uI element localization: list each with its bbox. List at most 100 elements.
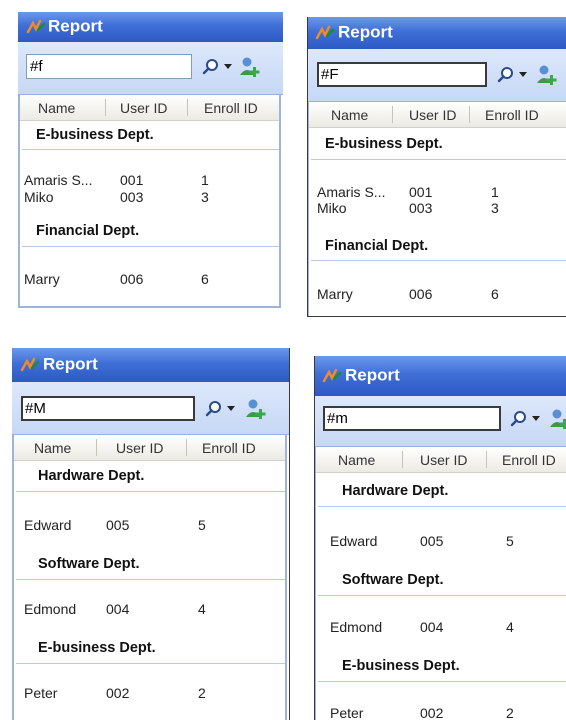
title-bar: Report [12, 348, 289, 382]
search-input[interactable] [323, 406, 501, 431]
group-header[interactable]: E-business Dept. [36, 127, 154, 143]
group-header[interactable]: Software Dept. [342, 572, 444, 588]
title-bar: Report [314, 356, 566, 396]
column-user-id[interactable]: User ID [116, 440, 163, 456]
window-title: Report [338, 22, 393, 42]
report-window-1: Report Name User ID Enroll ID E-business… [18, 12, 283, 308]
cell-user-id: 006 [120, 271, 144, 287]
chevron-down-icon[interactable] [224, 64, 232, 70]
cell-user-id: 003 [409, 200, 433, 216]
cell-enroll-id: 6 [201, 271, 209, 287]
divider-line [314, 356, 315, 720]
column-user-id[interactable]: User ID [409, 107, 456, 123]
toolbar [314, 396, 566, 447]
cell-enroll-id: 6 [491, 286, 499, 302]
column-header: Name User ID Enroll ID [20, 95, 279, 121]
report-window-3: Report Name User ID Enroll ID Hardware D… [12, 348, 289, 720]
column-name[interactable]: Name [34, 440, 71, 456]
column-header: Name User ID Enroll ID [316, 447, 566, 473]
chevron-down-icon[interactable] [532, 416, 540, 422]
report-window-2: Report Name User ID Enroll ID E-business… [307, 17, 566, 316]
cell-name: Amaris S... [317, 184, 386, 200]
cell-name: Amaris S... [24, 172, 93, 188]
cell-enroll-id: 4 [198, 601, 206, 617]
search-input[interactable] [21, 396, 195, 421]
report-logo-icon [20, 357, 40, 372]
cell-name: Edward [330, 533, 378, 549]
search-icon[interactable] [202, 58, 220, 76]
cell-name: Miko [317, 200, 347, 216]
add-user-icon[interactable] [244, 397, 268, 421]
cell-enroll-id: 1 [201, 172, 209, 188]
group-header[interactable]: Hardware Dept. [38, 468, 144, 484]
cell-user-id: 006 [409, 286, 433, 302]
column-name[interactable]: Name [331, 107, 368, 123]
cell-name: Marry [317, 286, 353, 302]
cell-enroll-id: 3 [201, 189, 209, 205]
group-list: Name User ID Enroll ID E-business Dept. … [307, 102, 566, 316]
cell-name: Miko [24, 189, 54, 205]
group-header[interactable]: Financial Dept. [325, 238, 428, 254]
search-icon[interactable] [205, 400, 223, 418]
title-bar: Report [18, 12, 283, 42]
cell-user-id: 001 [120, 172, 144, 188]
column-header: Name User ID Enroll ID [309, 102, 566, 128]
report-logo-icon [26, 19, 46, 34]
column-enroll-id[interactable]: Enroll ID [485, 107, 539, 123]
cell-enroll-id: 1 [491, 184, 499, 200]
chevron-down-icon[interactable] [227, 406, 235, 412]
group-header[interactable]: E-business Dept. [325, 136, 443, 152]
cell-enroll-id: 2 [506, 705, 514, 720]
cell-user-id: 003 [120, 189, 144, 205]
cell-user-id: 004 [420, 619, 444, 635]
toolbar [12, 382, 289, 435]
cell-enroll-id: 4 [506, 619, 514, 635]
search-input[interactable] [317, 62, 487, 87]
group-list: Name User ID Enroll ID Hardware Dept. Ed… [12, 435, 287, 720]
window-title: Report [48, 16, 103, 36]
group-header[interactable]: E-business Dept. [342, 658, 460, 674]
cell-user-id: 005 [106, 517, 130, 533]
group-header[interactable]: E-business Dept. [38, 640, 156, 656]
cell-name: Marry [24, 271, 60, 287]
cell-enroll-id: 3 [491, 200, 499, 216]
title-bar: Report [307, 17, 566, 49]
search-icon[interactable] [497, 66, 515, 84]
report-logo-icon [322, 368, 342, 383]
divider-line [289, 348, 290, 720]
cell-user-id: 005 [420, 533, 444, 549]
column-user-id[interactable]: User ID [420, 452, 467, 468]
cell-name: Peter [330, 705, 364, 720]
report-logo-icon [315, 25, 335, 40]
column-name[interactable]: Name [38, 100, 75, 116]
divider-line [307, 316, 566, 317]
toolbar [307, 49, 566, 102]
add-user-icon[interactable] [535, 63, 559, 87]
toolbar [18, 42, 283, 95]
cell-enroll-id: 5 [198, 517, 206, 533]
chevron-down-icon[interactable] [519, 72, 527, 78]
divider-line [307, 17, 308, 316]
add-user-icon[interactable] [238, 55, 262, 79]
window-title: Report [43, 354, 98, 374]
cell-name: Edmond [330, 619, 383, 635]
cell-user-id: 004 [106, 601, 130, 617]
search-input[interactable] [26, 54, 192, 79]
group-header[interactable]: Financial Dept. [36, 223, 139, 239]
window-title: Report [345, 365, 400, 385]
group-list: Name User ID Enroll ID Hardware Dept. Ed… [314, 447, 566, 720]
search-icon[interactable] [510, 410, 528, 428]
group-header[interactable]: Software Dept. [38, 556, 140, 572]
cell-user-id: 001 [409, 184, 433, 200]
column-user-id[interactable]: User ID [120, 100, 167, 116]
column-enroll-id[interactable]: Enroll ID [202, 440, 256, 456]
cell-user-id: 002 [106, 685, 130, 701]
cell-enroll-id: 2 [198, 685, 206, 701]
column-enroll-id[interactable]: Enroll ID [502, 452, 556, 468]
column-enroll-id[interactable]: Enroll ID [204, 100, 258, 116]
column-name[interactable]: Name [338, 452, 375, 468]
report-window-4: Report Name User ID Enroll ID Hardware D… [314, 356, 566, 720]
add-user-icon[interactable] [548, 407, 566, 431]
cell-name: Edmond [24, 601, 77, 617]
group-header[interactable]: Hardware Dept. [342, 483, 448, 499]
